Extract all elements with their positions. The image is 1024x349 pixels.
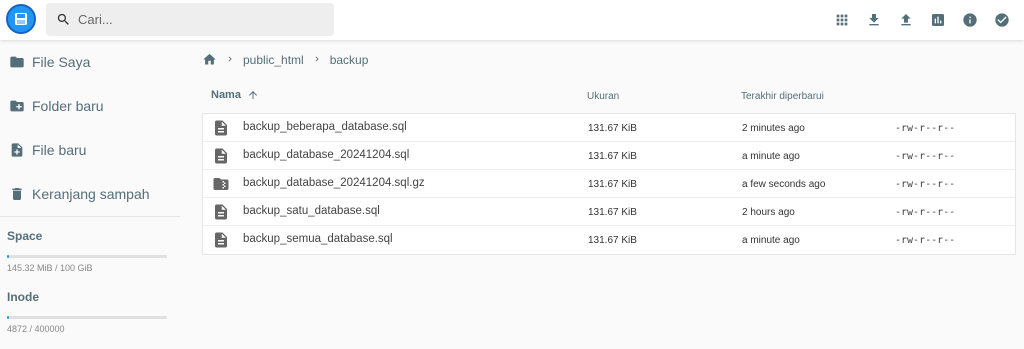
file-size: 131.67 KiB bbox=[588, 179, 637, 190]
file-permissions: -rw-r--r-- bbox=[895, 151, 956, 162]
table-row[interactable]: backup_semua_database.sql 131.67 KiB a min… bbox=[203, 226, 1015, 254]
space-progress-bar bbox=[7, 255, 167, 258]
archive-file-icon bbox=[212, 174, 230, 194]
file-permissions: -rw-r--r-- bbox=[895, 123, 956, 134]
file-modified: a minute ago bbox=[742, 235, 800, 246]
file-list-header: Nama Ukuran Terakhir diperbarui bbox=[202, 81, 1016, 113]
space-title: Space bbox=[7, 229, 43, 243]
file-modified: a minute ago bbox=[742, 151, 800, 162]
column-header-modified[interactable]: Terakhir diperbarui bbox=[741, 91, 824, 102]
top-bar bbox=[0, 0, 1024, 40]
file-size: 131.67 KiB bbox=[588, 207, 637, 218]
trash-icon bbox=[9, 186, 25, 202]
space-value: 145.32 MiB / 100 GiB bbox=[7, 263, 93, 273]
search-icon bbox=[57, 13, 69, 25]
file-permissions: -rw-r--r-- bbox=[895, 235, 956, 246]
column-header-size[interactable]: Ukuran bbox=[587, 91, 619, 102]
file-size: 131.67 KiB bbox=[588, 151, 637, 162]
search-input[interactable] bbox=[78, 3, 328, 36]
breadcrumb-item-backup[interactable]: backup bbox=[330, 53, 369, 67]
upload-icon[interactable] bbox=[894, 8, 918, 32]
sidebar-item-label: Folder baru bbox=[32, 98, 104, 114]
sidebar-item-trash[interactable]: Keranjang sampah bbox=[0, 172, 180, 216]
inode-title: Inode bbox=[7, 290, 39, 304]
table-row[interactable]: backup_database_20241204.sql.gz 131.67 Ki… bbox=[203, 170, 1015, 198]
arrow-up-icon bbox=[248, 91, 257, 99]
file-name: backup_database_20241204.sql bbox=[243, 149, 410, 161]
sidebar-item-label: Keranjang sampah bbox=[32, 186, 150, 202]
grid-view-icon[interactable] bbox=[830, 8, 854, 32]
space-progress-fill bbox=[7, 255, 9, 258]
table-row[interactable]: backup_satu_database.sql 131.67 KiB 2 hour… bbox=[203, 198, 1015, 226]
file-modified: 2 minutes ago bbox=[742, 123, 805, 134]
sidebar-item-label: File Saya bbox=[32, 54, 91, 70]
file-permissions: -rw-r--r-- bbox=[895, 207, 956, 218]
file-modified: a few seconds ago bbox=[742, 179, 826, 190]
new-folder-icon bbox=[9, 98, 25, 114]
column-header-name[interactable]: Nama bbox=[211, 89, 259, 101]
table-row[interactable]: backup_beberapa_database.sql 131.67 KiB 2 … bbox=[203, 114, 1015, 142]
file-modified: 2 hours ago bbox=[742, 207, 795, 218]
file-icon bbox=[212, 146, 230, 166]
file-permissions: -rw-r--r-- bbox=[895, 179, 956, 190]
table-row[interactable]: backup_database_20241204.sql 131.67 KiB a … bbox=[203, 142, 1015, 170]
file-rows: backup_beberapa_database.sql 131.67 KiB 2 … bbox=[202, 113, 1016, 255]
breadcrumb-item-public-html[interactable]: public_html bbox=[243, 53, 304, 67]
file-size: 131.67 KiB bbox=[588, 123, 637, 134]
file-icon bbox=[212, 118, 230, 138]
sidebar-item-new-folder[interactable]: Folder baru bbox=[0, 84, 180, 128]
chart-icon[interactable] bbox=[926, 8, 950, 32]
info-icon[interactable] bbox=[958, 8, 982, 32]
sidebar-item-label: File baru bbox=[32, 142, 87, 158]
new-file-icon bbox=[9, 142, 25, 158]
search-box[interactable] bbox=[46, 3, 334, 36]
home-icon[interactable] bbox=[202, 52, 217, 67]
breadcrumb: public_html backup bbox=[202, 52, 368, 67]
inode-progress-bar bbox=[7, 316, 167, 319]
check-circle-icon[interactable] bbox=[990, 8, 1014, 32]
file-name: backup_database_20241204.sql.gz bbox=[243, 177, 425, 189]
chevron-right-icon bbox=[225, 53, 235, 67]
sidebar-item-my-files[interactable]: File Saya bbox=[0, 40, 180, 84]
sidebar: File Saya Folder baru File baru Keranjan… bbox=[0, 40, 180, 334]
file-size: 131.67 KiB bbox=[588, 235, 637, 246]
sidebar-item-new-file[interactable]: File baru bbox=[0, 128, 180, 172]
file-icon bbox=[212, 230, 230, 250]
file-name: backup_semua_database.sql bbox=[243, 233, 393, 245]
file-name: backup_satu_database.sql bbox=[243, 205, 380, 217]
download-icon[interactable] bbox=[862, 8, 886, 32]
header-actions bbox=[830, 8, 1014, 32]
inode-progress-fill bbox=[7, 316, 9, 319]
folder-icon bbox=[9, 54, 25, 70]
file-icon bbox=[212, 202, 230, 222]
app-logo-icon[interactable] bbox=[6, 4, 36, 34]
file-name: backup_beberapa_database.sql bbox=[243, 121, 407, 133]
file-list: Nama Ukuran Terakhir diperbarui backup_b… bbox=[202, 81, 1016, 255]
chevron-right-icon bbox=[312, 53, 322, 67]
inode-value: 4872 / 400000 bbox=[7, 324, 65, 334]
